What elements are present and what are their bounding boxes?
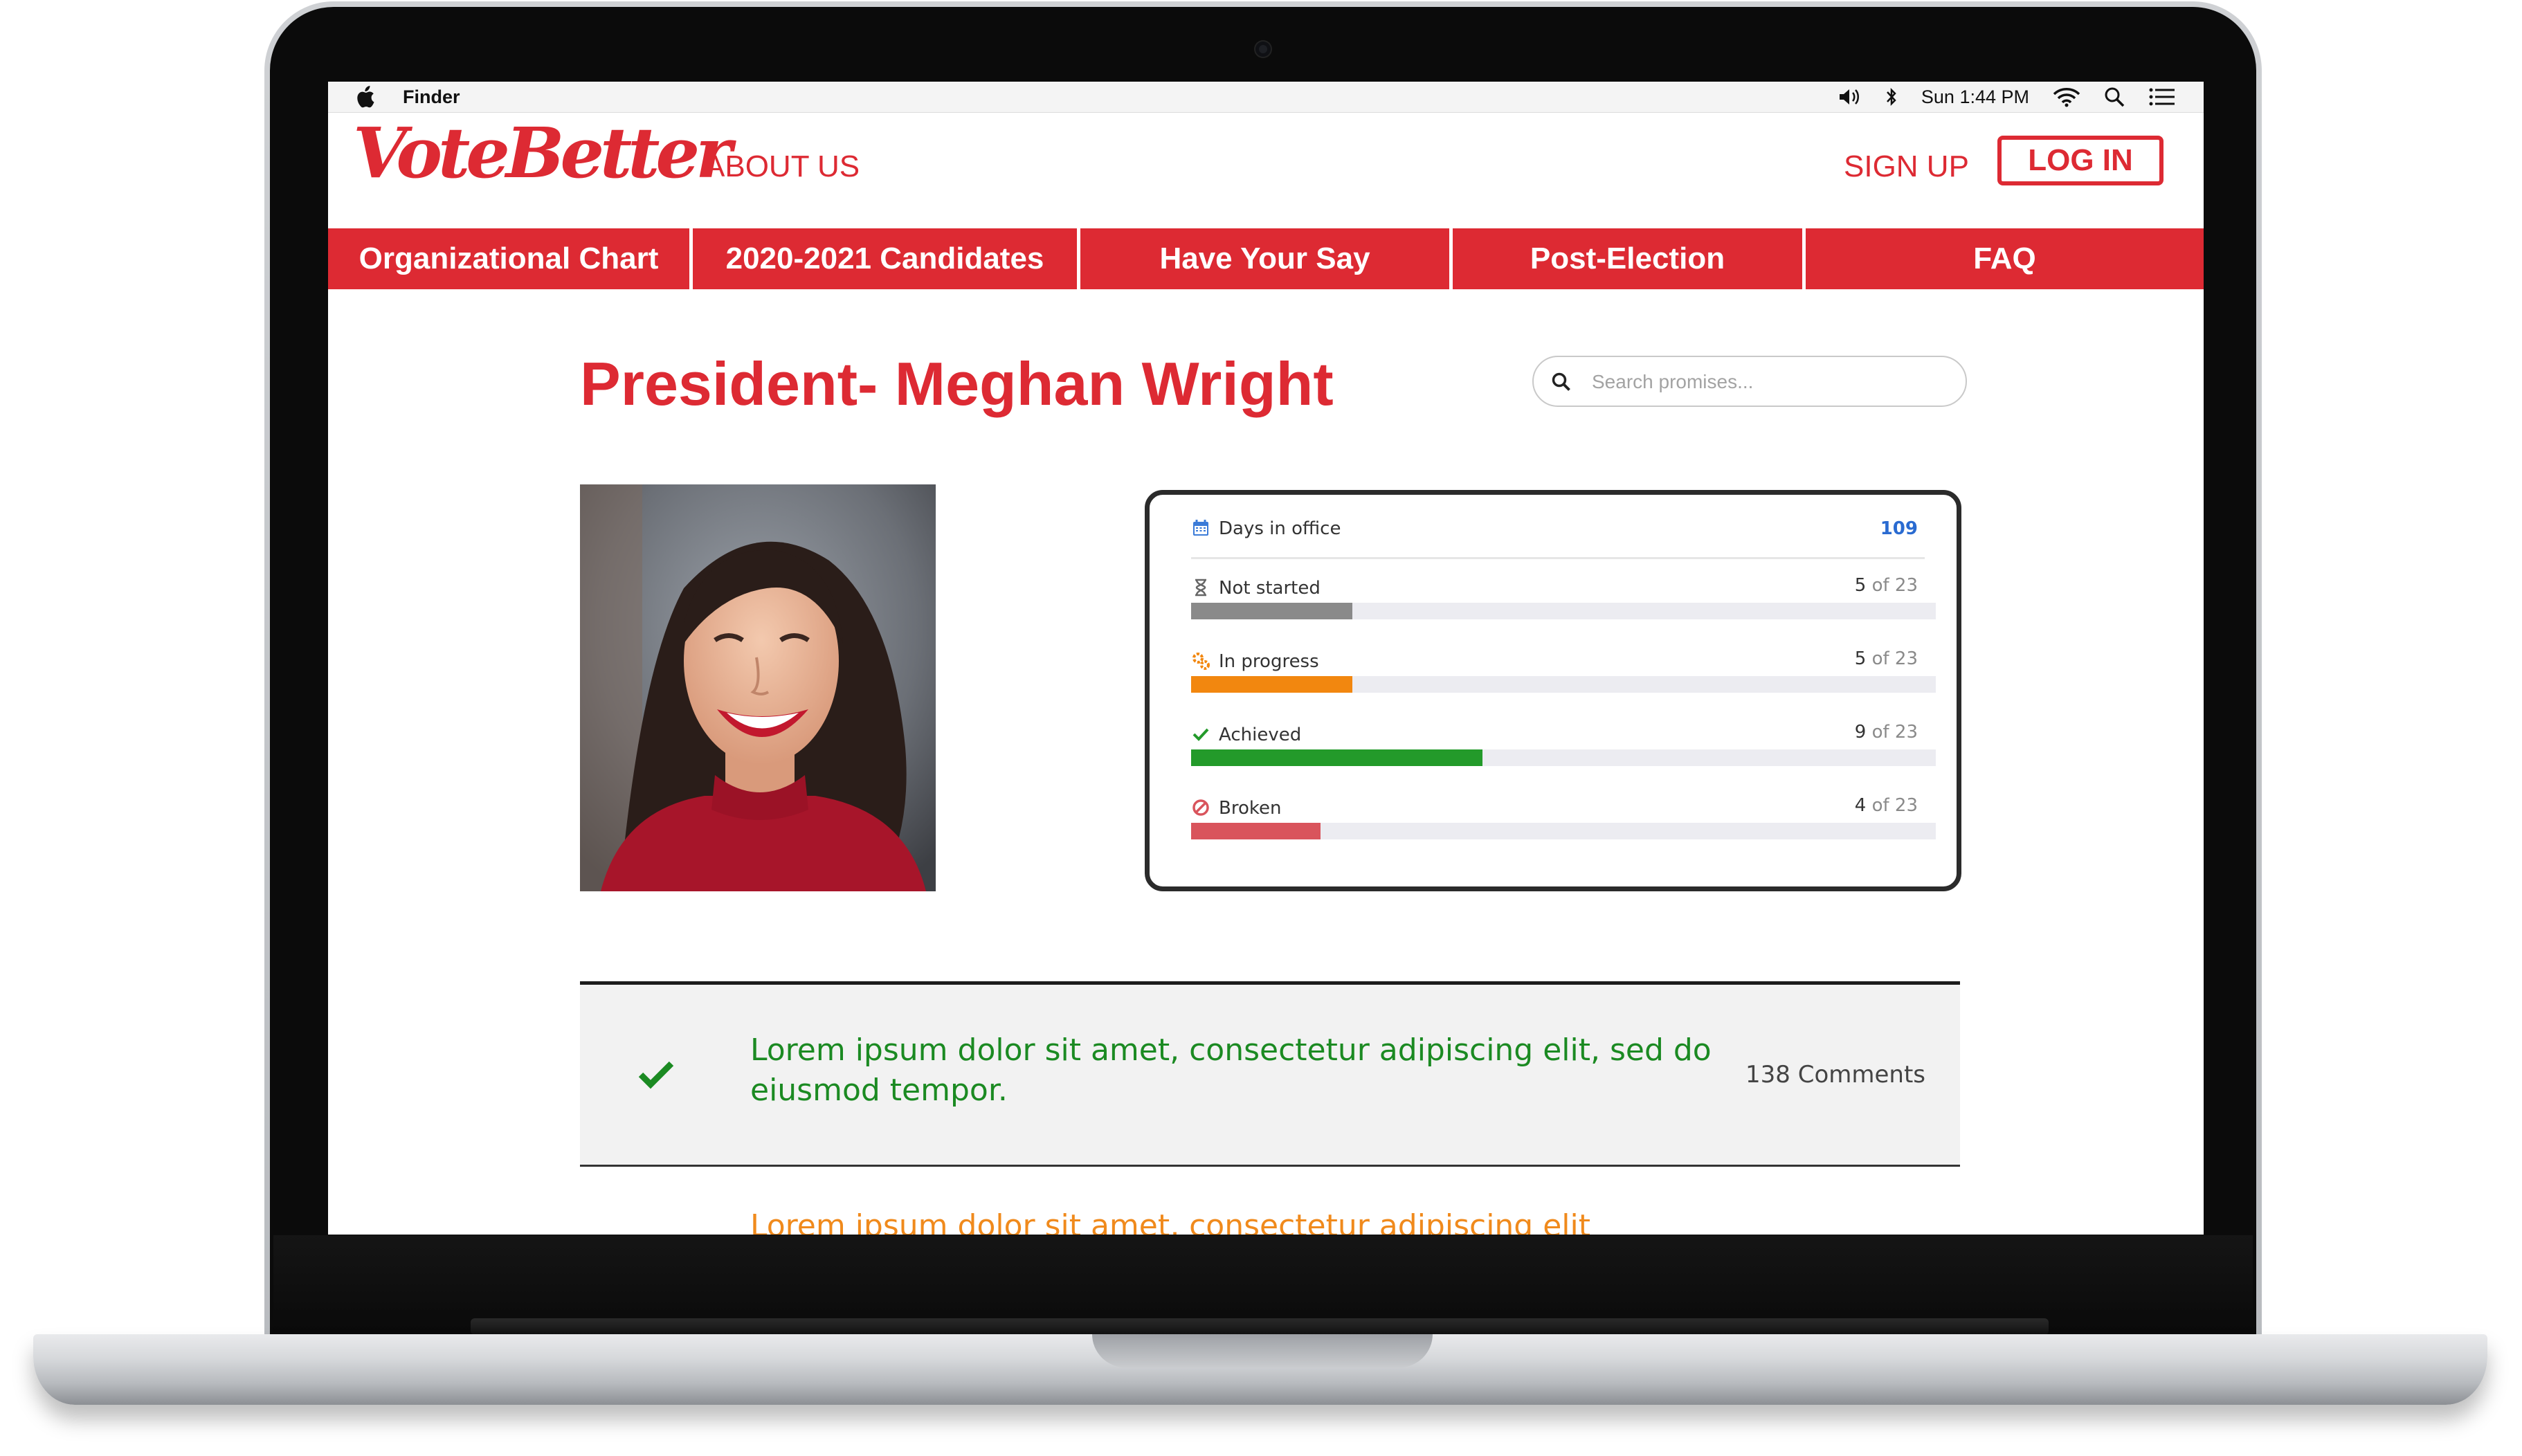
stat-label: In progress	[1219, 651, 1319, 672]
progress-fill	[1191, 676, 1353, 693]
achieved-check-icon	[638, 1061, 674, 1089]
finder-menu[interactable]: Finder	[403, 87, 460, 108]
about-us-link[interactable]: ABOUT US	[705, 149, 860, 184]
progress-fill	[1191, 823, 1321, 839]
stat-row-in-progress: In progress 5 of 23	[1191, 648, 1936, 718]
stat-count: 9 of 23	[1854, 722, 1918, 743]
sign-up-link[interactable]: SIGN UP	[1844, 149, 1969, 184]
stat-count: 4 of 23	[1854, 795, 1918, 816]
comments-link[interactable]: 138 Comments	[1745, 1061, 1925, 1089]
promise-text[interactable]: Lorem ipsum dolor sit amet, consectetur …	[750, 1208, 1590, 1235]
ban-icon	[1192, 799, 1209, 816]
laptop-bezel-bottom	[273, 1235, 2253, 1332]
days-in-office-label: Days in office	[1219, 518, 1341, 539]
wifi-icon[interactable]	[2053, 87, 2080, 107]
promise-list-item[interactable]: Lorem ipsum dolor sit amet, consectetur …	[580, 981, 1960, 1167]
promise-text[interactable]: Lorem ipsum dolor sit amet, consectetur …	[750, 1030, 1719, 1111]
stat-label: Broken	[1219, 798, 1282, 819]
progress-fill	[1191, 603, 1353, 619]
page-title: President- Meghan Wright	[580, 349, 1334, 418]
stat-label: Not started	[1219, 578, 1321, 599]
stat-row-not-started: Not started 5 of 23	[1191, 575, 1936, 644]
stat-row-broken: Broken 4 of 23	[1191, 795, 1936, 864]
site-logo[interactable]: VoteBetter	[353, 112, 732, 194]
candidate-photo	[580, 484, 936, 891]
progress-fill	[1191, 749, 1482, 766]
search-input[interactable]	[1590, 365, 1953, 399]
main-nav: Organizational Chart 2020-2021 Candidate…	[328, 228, 2204, 289]
camera-icon	[1255, 42, 1271, 57]
screen: Finder Sun 1:44 PM VoteBetter ABOUT US S…	[328, 82, 2204, 1235]
apple-icon[interactable]	[354, 86, 375, 108]
stat-row-achieved: Achieved 9 of 23	[1191, 722, 1936, 791]
log-in-button[interactable]: LOG IN	[1997, 136, 2163, 185]
search-icon	[1552, 372, 1570, 391]
calendar-icon	[1193, 520, 1208, 536]
promise-stats-card: Days in office 109 Not started 5 of 23 I…	[1145, 490, 1961, 891]
progress-track	[1191, 603, 1936, 619]
stat-count: 5 of 23	[1854, 648, 1918, 669]
progress-track	[1191, 676, 1936, 693]
menubar-status-area: Sun 1:44 PM	[1838, 84, 2176, 109]
notification-center-icon[interactable]	[2148, 87, 2176, 107]
laptop-hinge	[471, 1318, 2049, 1335]
stat-label: Achieved	[1219, 725, 1302, 745]
days-in-office-row: Days in office 109	[1191, 518, 1925, 559]
cogs-icon	[1192, 653, 1210, 670]
spotlight-search-icon[interactable]	[2104, 87, 2125, 107]
bluetooth-icon[interactable]	[1885, 87, 1898, 107]
search-box[interactable]	[1532, 356, 1967, 407]
laptop-notch	[1092, 1334, 1433, 1367]
progress-track	[1191, 749, 1936, 766]
volume-icon[interactable]	[1838, 87, 1862, 107]
hourglass-icon	[1195, 579, 1206, 597]
nav-post-election[interactable]: Post-Election	[1453, 228, 1802, 289]
nav-have-your-say[interactable]: Have Your Say	[1080, 228, 1449, 289]
menubar-clock[interactable]: Sun 1:44 PM	[1921, 87, 2029, 108]
stat-count: 5 of 23	[1854, 575, 1918, 596]
mac-menu-bar: Finder Sun 1:44 PM	[328, 82, 2204, 113]
nav-organizational-chart[interactable]: Organizational Chart	[328, 228, 689, 289]
nav-candidates[interactable]: 2020-2021 Candidates	[693, 228, 1077, 289]
nav-faq[interactable]: FAQ	[1806, 228, 2204, 289]
progress-track	[1191, 823, 1936, 839]
check-icon	[1192, 728, 1209, 741]
days-in-office-value: 109	[1880, 518, 1918, 539]
